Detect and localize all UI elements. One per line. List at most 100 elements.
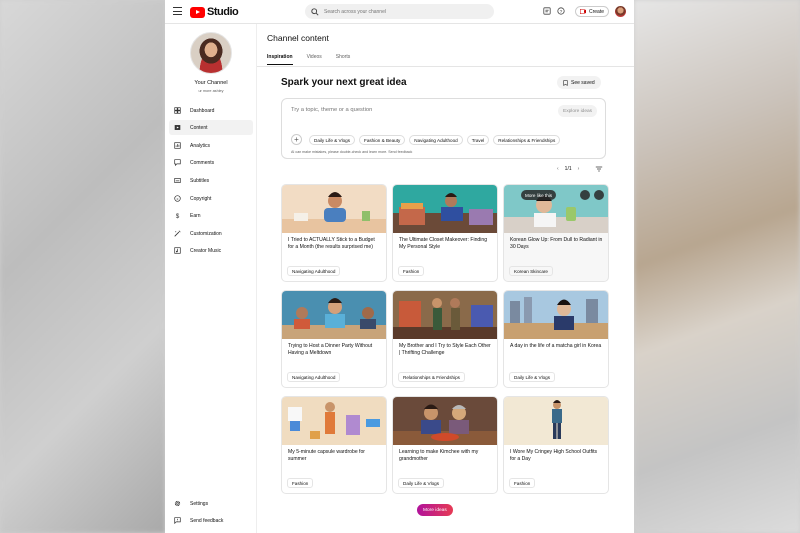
idea-tag[interactable]: Relationships & Friendships <box>398 372 465 382</box>
help-icon[interactable]: ? <box>557 7 565 15</box>
filter-icon[interactable] <box>595 165 603 173</box>
sidebar-item-settings[interactable]: Settings <box>169 496 253 511</box>
idea-title: Trying to Host a Dinner Party Without Ha… <box>288 343 373 357</box>
sidebar: Your Channel ur more ashley Dashboard Co… <box>165 24 257 533</box>
channel-avatar[interactable] <box>190 32 232 74</box>
idea-thumbnail <box>282 397 386 445</box>
topic-chip[interactable]: Relationships & Friendships <box>493 135 561 145</box>
svg-text:?: ? <box>560 9 563 15</box>
see-saved-label: See saved <box>571 79 595 86</box>
idea-card[interactable]: The Ultimate Closet Makeover: Finding My… <box>392 184 498 282</box>
idea-card[interactable]: A day in the life of a matcha girl in Ko… <box>503 290 609 388</box>
earn-icon: $ <box>176 213 180 219</box>
tab-videos[interactable]: Videos <box>307 54 322 65</box>
youtube-play-icon <box>190 6 205 18</box>
create-label: Create <box>589 8 605 15</box>
comments-icon <box>174 159 181 166</box>
idea-prompt-box: Explore ideas + Daily Life & Vlogs Fashi… <box>281 98 606 159</box>
svg-text:$: $ <box>176 213 180 219</box>
sidebar-item-creator-music[interactable]: Creator Music <box>169 243 253 258</box>
dashboard-icon <box>174 107 181 114</box>
page-title: Channel content <box>267 33 329 43</box>
idea-title: Korean Glow Up: From Dull to Radiant in … <box>510 237 603 251</box>
sidebar-item-label: Customization <box>190 230 222 237</box>
hamburger-menu-icon[interactable] <box>173 7 182 15</box>
tab-inspiration[interactable]: Inspiration <box>267 54 293 65</box>
idea-card[interactable]: More like this Korean Glow Up: From Dull… <box>503 184 609 282</box>
idea-title: I Tried to ACTUALLY Stick to a Budget fo… <box>288 237 375 251</box>
prev-page-icon[interactable]: ‹ <box>557 166 559 172</box>
content-tabs: Inspiration Videos Shorts <box>267 54 350 65</box>
search-input[interactable] <box>324 8 484 15</box>
idea-card[interactable]: My Brother and I Try to Style Each Other… <box>392 290 498 388</box>
pagination: ‹ 1/1 › <box>557 166 579 172</box>
idea-tag[interactable]: Fashion <box>398 266 425 276</box>
music-icon <box>174 247 181 254</box>
see-saved-button[interactable]: See saved <box>557 76 601 89</box>
idea-thumbnail <box>393 397 497 445</box>
sidebar-item-customization[interactable]: Customization <box>169 226 253 241</box>
svg-text:c: c <box>177 197 179 201</box>
sidebar-item-label: Analytics <box>190 142 211 149</box>
idea-title: Learning to make Kimchee with my grandmo… <box>399 449 479 463</box>
idea-card[interactable]: I Tried to ACTUALLY Stick to a Budget fo… <box>281 184 387 282</box>
subtitles-icon <box>174 178 181 183</box>
sidebar-item-label: Comments <box>190 159 215 166</box>
idea-thumbnail <box>282 185 386 233</box>
section-heading: Spark your next great idea <box>281 77 407 88</box>
search-bar[interactable] <box>305 4 494 19</box>
studio-window: Studio ? Create Your Channel ur more ash… <box>165 0 634 533</box>
more-options-icon[interactable] <box>594 190 604 200</box>
idea-thumbnail <box>504 291 608 339</box>
idea-thumbnail <box>282 291 386 339</box>
more-like-this-button[interactable]: More like this <box>521 190 557 200</box>
idea-tag[interactable]: Daily Life & Vlogs <box>509 372 556 382</box>
sidebar-item-content[interactable]: Content <box>169 120 253 135</box>
background-right <box>634 0 800 533</box>
topic-chip[interactable]: Fashion & Beauty <box>359 135 406 145</box>
create-button[interactable]: Create <box>575 6 610 17</box>
account-avatar[interactable] <box>615 6 626 17</box>
idea-card[interactable]: Trying to Host a Dinner Party Without Ha… <box>281 290 387 388</box>
idea-prompt-input[interactable] <box>291 107 511 113</box>
sidebar-item-analytics[interactable]: Analytics <box>169 138 253 153</box>
sidebar-item-comments[interactable]: Comments <box>169 155 253 170</box>
more-ideas-button[interactable]: More ideas <box>417 504 453 516</box>
idea-tag[interactable]: Fashion <box>509 478 536 488</box>
bookmark-icon <box>563 79 568 86</box>
explore-ideas-button[interactable]: Explore ideas <box>558 105 598 117</box>
subtitles-header-icon[interactable] <box>543 7 551 15</box>
sidebar-item-label: Earn <box>190 212 201 219</box>
add-topic-button[interactable]: + <box>291 134 302 145</box>
idea-card[interactable]: Learning to make Kimchee with my grandmo… <box>392 396 498 494</box>
idea-thumbnail <box>504 185 608 233</box>
sidebar-item-label: Copyright <box>190 195 212 202</box>
idea-title: My Brother and I Try to Style Each Other… <box>399 343 491 357</box>
idea-tag[interactable]: Korean Skincare <box>509 266 553 276</box>
next-page-icon[interactable]: › <box>578 166 580 172</box>
sidebar-item-dashboard[interactable]: Dashboard <box>169 103 253 118</box>
sidebar-item-earn[interactable]: $ Earn <box>169 208 253 223</box>
topic-chip[interactable]: Daily Life & Vlogs <box>309 135 356 145</box>
sidebar-item-send-feedback[interactable]: Send feedback <box>169 513 253 528</box>
sidebar-item-subtitles[interactable]: Subtitles <box>169 173 253 188</box>
save-idea-icon[interactable] <box>580 190 590 200</box>
customization-icon <box>174 230 181 237</box>
idea-tag[interactable]: Navigating Adulthood <box>287 266 341 276</box>
idea-tag[interactable]: Navigating Adulthood <box>287 372 341 382</box>
tab-shorts[interactable]: Shorts <box>336 54 350 65</box>
page-indicator: 1/1 <box>564 166 572 172</box>
sidebar-item-label: Send feedback <box>190 517 224 524</box>
top-bar: Studio ? Create <box>165 0 634 24</box>
sidebar-item-label: Creator Music <box>190 247 222 254</box>
idea-card[interactable]: My 5-minute capsule wardrobe for summer … <box>281 396 387 494</box>
idea-tag[interactable]: Daily Life & Vlogs <box>398 478 445 488</box>
idea-tag[interactable]: Fashion <box>287 478 314 488</box>
topic-chip[interactable]: Navigating Adulthood <box>409 135 463 145</box>
idea-thumbnail <box>393 291 497 339</box>
topic-chip[interactable]: Travel <box>466 135 490 145</box>
sidebar-item-copyright[interactable]: c Copyright <box>169 191 253 206</box>
topic-chips: Daily Life & Vlogs Fashion & Beauty Navi… <box>309 135 561 145</box>
studio-logo[interactable]: Studio <box>190 6 239 18</box>
idea-card[interactable]: I Wore My Cringey High School Outfits fo… <box>503 396 609 494</box>
